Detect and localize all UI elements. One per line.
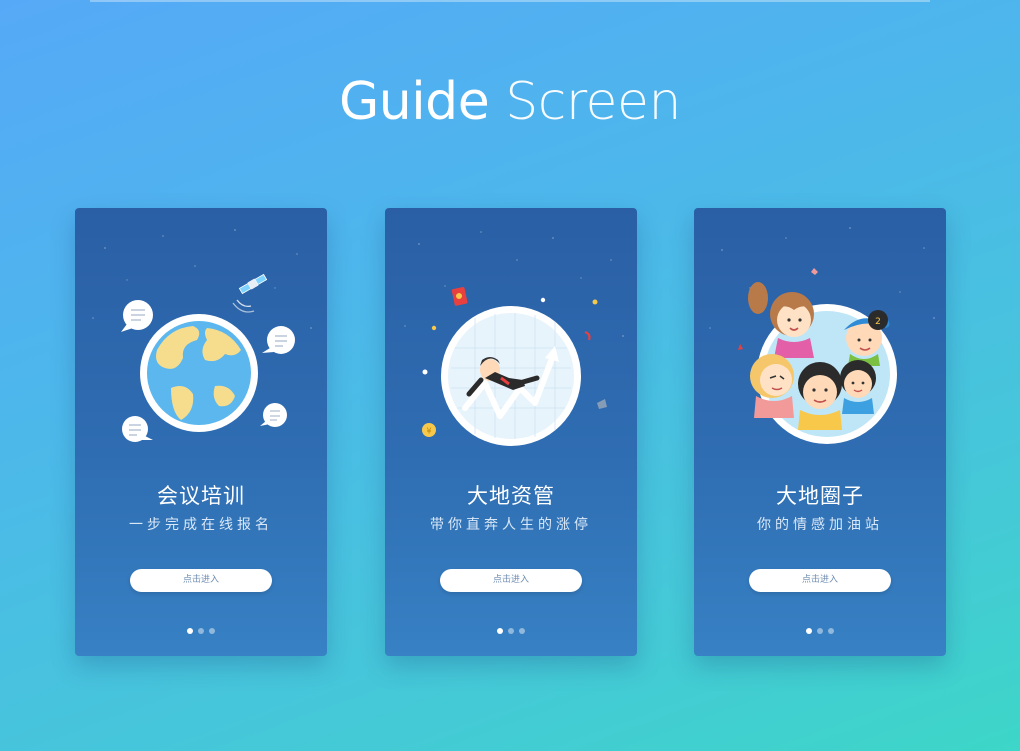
chat-bubble-icon: [121, 300, 153, 332]
red-envelope-icon: [451, 286, 468, 306]
card-subtitle: 带你直奔人生的涨停: [430, 517, 592, 533]
chat-bubble-icon: [260, 403, 287, 427]
page-dot[interactable]: [519, 628, 525, 634]
page-title: Guide Screen: [0, 72, 1020, 132]
globe-icon: [140, 314, 258, 432]
page-dot-active[interactable]: [497, 628, 503, 634]
page-dot[interactable]: [817, 628, 823, 634]
svg-text:2: 2: [875, 317, 881, 327]
investment-illustration: ¥: [422, 286, 607, 446]
page-indicator: [694, 628, 946, 634]
page-dot[interactable]: [209, 628, 215, 634]
title-word-screen: Screen: [505, 72, 681, 132]
card-title: 会议培训: [157, 484, 245, 508]
blonde-girl-icon: [750, 354, 794, 418]
card-title: 大地圈子: [776, 484, 864, 508]
page-dot-active[interactable]: [806, 628, 812, 634]
title-word-guide: Guide: [338, 72, 490, 132]
card-subtitle: 你的情感加油站: [757, 517, 883, 533]
rising-chart-icon: [441, 306, 581, 446]
page-dot-active[interactable]: [187, 628, 193, 634]
page-dot[interactable]: [828, 628, 834, 634]
card-title: 大地资管: [467, 484, 555, 508]
page-indicator: [385, 628, 637, 634]
small-boy-icon: [840, 360, 876, 414]
card-subtitle: 一步完成在线报名: [129, 517, 273, 533]
satellite-icon: [232, 273, 268, 313]
svg-text:¥: ¥: [426, 427, 431, 436]
top-strip: [90, 0, 930, 2]
coin-icon: ¥: [422, 423, 436, 437]
enter-button[interactable]: 点击进入: [749, 569, 891, 592]
page-dot[interactable]: [508, 628, 514, 634]
enter-button[interactable]: 点击进入: [440, 569, 582, 592]
guide-card-circle: 2 大地圈子 你的情感加油站 点击进入: [694, 208, 946, 656]
guide-card-asset-management: ¥ 大地资管 带你直奔人生的涨停 点击进入: [385, 208, 637, 656]
girl-with-ponytail-icon: [748, 282, 814, 358]
page-dot[interactable]: [198, 628, 204, 634]
chat-bubble-icon: [122, 416, 153, 442]
people-illustration: 2: [738, 268, 897, 444]
page-indicator: [75, 628, 327, 634]
guide-card-meeting-training: 会议培训 一步完成在线报名 点击进入: [75, 208, 327, 656]
enter-button[interactable]: 点击进入: [130, 569, 272, 592]
globe-illustration: [121, 273, 295, 442]
chat-bubble-icon: [262, 326, 295, 354]
dark-haired-boy-icon: [798, 362, 842, 430]
